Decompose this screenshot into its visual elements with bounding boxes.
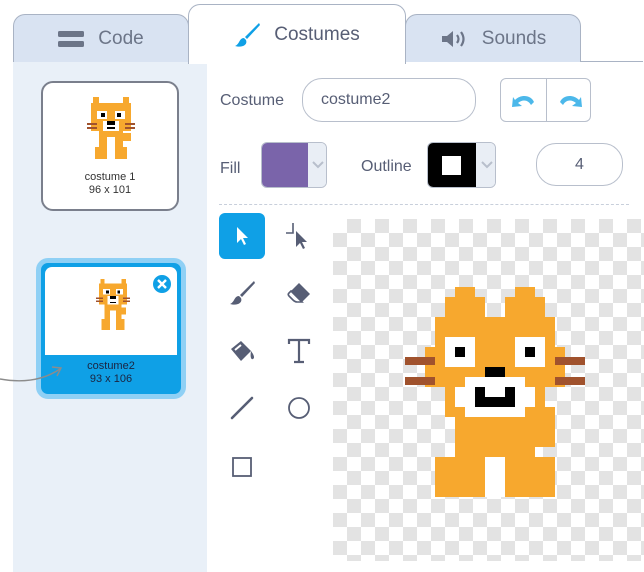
circle-tool-icon bbox=[288, 397, 310, 419]
eraser-tool-icon bbox=[287, 283, 310, 303]
circle-tool-button[interactable] bbox=[276, 385, 322, 431]
tab-costumes-label: Costumes bbox=[274, 23, 360, 45]
outline-width-value: 4 bbox=[575, 155, 584, 173]
fill-tool-button[interactable] bbox=[219, 328, 265, 374]
fill-color-swatch bbox=[262, 143, 308, 187]
fill-color-picker[interactable] bbox=[261, 142, 327, 188]
code-blocks-icon bbox=[58, 30, 85, 48]
costume-size: 96 x 101 bbox=[88, 184, 132, 196]
brush-tool-button[interactable] bbox=[219, 270, 265, 316]
cat-thumbnail bbox=[96, 279, 130, 338]
reshape-tool-icon bbox=[286, 223, 307, 249]
line-tool-button[interactable] bbox=[219, 385, 265, 431]
text-tool-button[interactable] bbox=[276, 328, 322, 374]
costume-card-1[interactable]: costume 1 96 x 101 bbox=[41, 81, 179, 211]
costume-label: Costume bbox=[220, 92, 285, 109]
toolbar-divider bbox=[219, 204, 629, 205]
line-tool-icon bbox=[230, 396, 254, 420]
redo-button[interactable] bbox=[547, 79, 590, 121]
tab-sounds[interactable]: Sounds bbox=[405, 14, 581, 62]
cat-thumbnail bbox=[87, 97, 135, 168]
fill-tool-icon bbox=[231, 341, 255, 361]
outline-label: Outline bbox=[361, 158, 412, 175]
speaker-icon bbox=[440, 29, 468, 49]
outline-inner-square bbox=[442, 156, 461, 175]
undo-icon bbox=[511, 96, 534, 107]
outline-color-picker[interactable] bbox=[427, 142, 496, 188]
costume-name-input[interactable]: costume2 bbox=[302, 78, 476, 122]
rectangle-tool-button[interactable] bbox=[219, 444, 265, 490]
redo-icon bbox=[559, 96, 582, 107]
undo-button[interactable] bbox=[501, 79, 546, 121]
reshape-tool-button[interactable] bbox=[276, 213, 322, 259]
brush-tool-icon bbox=[230, 281, 255, 305]
delete-costume-button[interactable] bbox=[151, 273, 173, 295]
tab-costumes[interactable]: Costumes bbox=[188, 4, 406, 64]
cat-costume-drawing bbox=[405, 287, 585, 497]
close-icon bbox=[157, 279, 167, 289]
tab-sounds-label: Sounds bbox=[481, 27, 547, 49]
tab-code-label: Code bbox=[98, 27, 144, 49]
callout-arrow-icon bbox=[0, 366, 63, 382]
eraser-tool-button[interactable] bbox=[276, 270, 322, 316]
fill-label: Fill bbox=[220, 160, 241, 177]
chevron-down-icon bbox=[481, 161, 493, 169]
paintbrush-icon bbox=[234, 22, 261, 48]
text-tool-icon bbox=[287, 338, 311, 364]
costume-name: costume 1 bbox=[84, 171, 136, 183]
tab-code[interactable]: Code bbox=[13, 14, 189, 62]
outline-width-input[interactable]: 4 bbox=[536, 143, 623, 186]
select-tool-button[interactable] bbox=[219, 213, 265, 259]
drawing-canvas[interactable] bbox=[333, 219, 644, 561]
costume-name-value: costume2 bbox=[321, 91, 391, 108]
select-tool-icon bbox=[237, 227, 248, 245]
rectangle-tool-icon bbox=[232, 457, 252, 477]
undo-redo-group bbox=[500, 78, 591, 122]
chevron-down-icon bbox=[312, 161, 324, 169]
